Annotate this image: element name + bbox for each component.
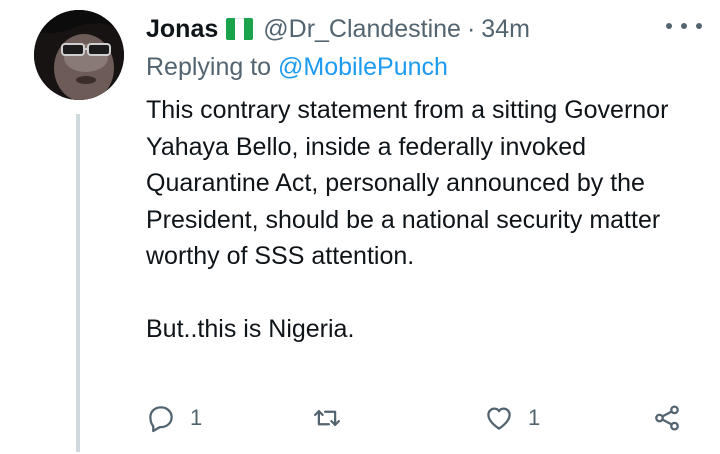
author-handle[interactable]: @Dr_Clandestine [263, 15, 461, 44]
reply-count: 1 [190, 405, 203, 430]
nigeria-flag-icon [226, 18, 254, 40]
retweet-button[interactable] [312, 396, 342, 440]
comment-icon [149, 406, 173, 433]
heart-icon [487, 407, 511, 430]
thread-line [76, 114, 80, 452]
replying-to: Replying to @MobilePunch [146, 53, 448, 82]
tweet-paragraph: But..this is Nigeria. [146, 315, 355, 343]
like-button[interactable]: 1 [484, 396, 540, 440]
replying-prefix: Replying to [146, 53, 272, 81]
like-count: 1 [528, 405, 541, 430]
tweet-header: Jonas @Dr_Clandestine · 34m [146, 12, 700, 46]
tweet-paragraph: This contrary statement from a sitting G… [146, 96, 675, 270]
author-name[interactable]: Jonas [146, 15, 218, 44]
reply-button[interactable]: 1 [146, 396, 202, 440]
share-icon [655, 405, 679, 431]
share-button[interactable] [652, 396, 682, 440]
more-icon[interactable] [666, 14, 702, 38]
tweet-time[interactable]: 34m [481, 15, 530, 44]
separator: · [466, 14, 476, 43]
retweet-icon [314, 410, 340, 426]
tweet-text: This contrary statement from a sitting G… [146, 92, 706, 348]
replying-mention-link[interactable]: @MobilePunch [278, 53, 448, 81]
avatar-image [34, 10, 124, 100]
tweet-actions: 1 1 [146, 396, 700, 440]
avatar[interactable] [34, 10, 124, 100]
